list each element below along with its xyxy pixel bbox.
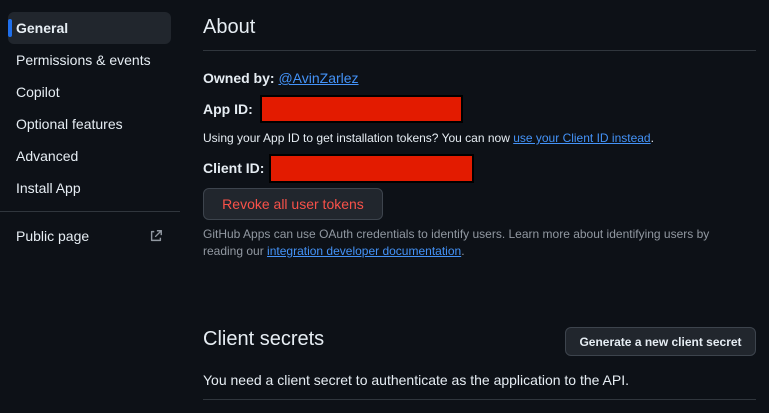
sidebar-item-label: Copilot <box>16 84 60 100</box>
app-id-redaction-fill <box>262 97 461 121</box>
app-id-redaction <box>260 95 463 123</box>
integration-docs-link[interactable]: integration developer documentation <box>267 244 461 258</box>
client-secrets-heading: Client secrets <box>203 328 325 350</box>
sidebar-item-label: Optional features <box>16 116 123 132</box>
sidebar-item-public-page[interactable]: Public page <box>8 220 171 252</box>
sidebar-item-label: General <box>16 20 69 36</box>
revoke-tokens-button[interactable]: Revoke all user tokens <box>203 188 383 220</box>
client-secrets-divider <box>203 399 756 400</box>
oauth-text-2: reading our <box>203 244 268 258</box>
about-heading: About <box>203 16 256 38</box>
use-client-id-link[interactable]: use your Client ID instead <box>513 131 650 145</box>
sidebar-item-optional-features[interactable]: Optional features <box>8 108 171 140</box>
sidebar-item-label: Advanced <box>16 148 79 164</box>
install-tokens-suffix: . <box>650 131 654 145</box>
client-id-redaction <box>269 154 474 183</box>
settings-main: About Owned by: @AvinZarlez App ID: Usin… <box>203 0 756 413</box>
sidebar-divider <box>0 211 180 212</box>
active-indicator <box>8 19 12 37</box>
oauth-suffix: . <box>461 244 465 258</box>
sidebar-item-permissions-events[interactable]: Permissions & events <box>8 44 171 76</box>
sidebar-item-copilot[interactable]: Copilot <box>8 76 171 108</box>
app-settings-page: General Permissions & events Copilot Opt… <box>0 0 769 413</box>
client-secrets-description: You need a client secret to authenticate… <box>203 372 630 388</box>
oauth-note: GitHub Apps can use OAuth credentials to… <box>203 226 756 260</box>
app-id-label: App ID: <box>203 101 253 117</box>
install-tokens-text: Using your App ID to get installation to… <box>203 131 514 145</box>
owner-link[interactable]: @AvinZarlez <box>278 70 358 86</box>
sidebar-item-general[interactable]: General <box>8 12 171 44</box>
sidebar-item-install-app[interactable]: Install App <box>8 172 171 204</box>
sidebar-item-label: Install App <box>16 180 81 196</box>
owned-by-label: Owned by: <box>203 70 275 86</box>
client-id-redaction-fill <box>271 156 472 181</box>
owned-by-row: Owned by: @AvinZarlez <box>203 70 359 86</box>
external-link-icon <box>150 230 162 242</box>
settings-sidebar: General Permissions & events Copilot Opt… <box>0 0 180 413</box>
client-id-label: Client ID: <box>203 160 265 176</box>
install-tokens-note: Using your App ID to get installation to… <box>203 131 654 145</box>
about-divider <box>203 50 756 51</box>
generate-client-secret-button[interactable]: Generate a new client secret <box>565 327 756 356</box>
sidebar-item-advanced[interactable]: Advanced <box>8 140 171 172</box>
sidebar-item-label: Permissions & events <box>16 52 151 68</box>
sidebar-item-label: Public page <box>16 228 90 244</box>
oauth-text-1: GitHub Apps can use OAuth credentials to… <box>203 227 710 241</box>
